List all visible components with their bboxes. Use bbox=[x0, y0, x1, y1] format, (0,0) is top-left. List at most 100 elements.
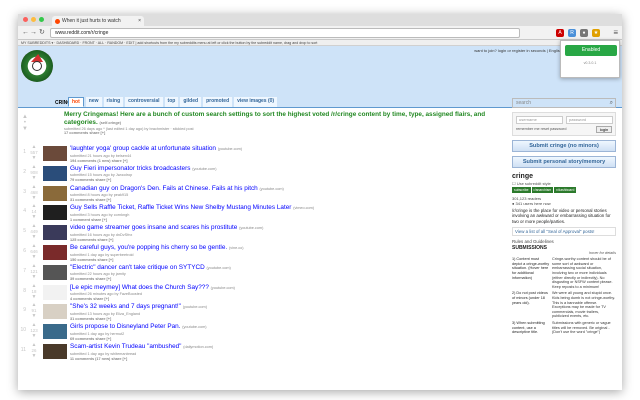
downvote-icon[interactable]: ▼ bbox=[32, 175, 37, 181]
post-thumbnail[interactable] bbox=[43, 225, 67, 241]
post-title[interactable]: "Electric" dancer can't take critique on… bbox=[70, 263, 502, 273]
downvote-icon[interactable]: ▼ bbox=[32, 234, 37, 240]
rule-label[interactable]: 3) When submitting content, use a descri… bbox=[512, 321, 550, 335]
post-domain[interactable]: (vine.co) bbox=[229, 246, 244, 250]
post-title[interactable]: video game streamer goes insane and scar… bbox=[70, 223, 502, 233]
tab-new[interactable]: new bbox=[85, 97, 102, 107]
username-field[interactable]: username bbox=[516, 116, 563, 124]
vote-arrows[interactable]: ▲ 449 ▼ bbox=[28, 224, 40, 240]
vote-arrows[interactable]: ▲ 468 ▼ bbox=[28, 184, 40, 201]
reload-icon[interactable]: ↻ bbox=[39, 28, 45, 38]
post-title[interactable]: "She's 32 weeks and 7 days pregnant!" (y… bbox=[70, 302, 502, 312]
extension-gray-icon[interactable]: ● bbox=[580, 29, 588, 37]
christmas-wreath-logo-icon[interactable] bbox=[21, 50, 53, 82]
downvote-icon[interactable]: ▼ bbox=[32, 333, 37, 339]
subreddit-style-checkbox[interactable]: ☐ Use subreddit style bbox=[512, 181, 616, 186]
downvote-icon[interactable]: ▼ bbox=[32, 274, 37, 280]
extension-icon[interactable]: R bbox=[568, 29, 576, 37]
post-domain[interactable]: (vimeo.com) bbox=[293, 206, 314, 210]
tab-rising[interactable]: rising bbox=[103, 97, 124, 107]
post-title[interactable]: Be careful guys, you're popping his cher… bbox=[70, 243, 502, 253]
vote-arrows[interactable]: ▲ 908 ▼ bbox=[28, 164, 40, 181]
vote-arrows[interactable]: ▲ 646 ▼ bbox=[28, 243, 40, 260]
post-thumbnail[interactable] bbox=[43, 304, 67, 320]
maximize-window-icon[interactable] bbox=[39, 17, 44, 22]
tab-gilded[interactable]: gilded bbox=[180, 97, 202, 107]
post-title[interactable]: 'laughter yoga' group cackle at unfortun… bbox=[70, 144, 502, 154]
sidebar-subreddit-title[interactable]: cringe bbox=[512, 173, 616, 180]
post-domain[interactable]: (dailymotion.com) bbox=[183, 345, 213, 349]
rule-label[interactable]: 2) Do not post videos of minors (under 1… bbox=[512, 291, 550, 319]
vote-arrows[interactable]: ▲ 91 ▼ bbox=[28, 303, 40, 319]
post-thumbnail[interactable] bbox=[43, 343, 67, 359]
post-title[interactable]: Canadian guy on Dragon's Den. Fails at C… bbox=[70, 184, 502, 194]
post-title[interactable]: [Le epic meymey] What does the Church Sa… bbox=[70, 283, 502, 293]
close-window-icon[interactable] bbox=[23, 17, 28, 22]
announcement-buttons[interactable]: 17 comments share [+] bbox=[64, 131, 502, 135]
post-thumbnail[interactable] bbox=[43, 284, 67, 300]
post-thumbnail[interactable] bbox=[43, 185, 67, 201]
post-buttons[interactable]: 11 comments (17 new) share [+] bbox=[70, 357, 502, 362]
downvote-icon[interactable]: ▼ bbox=[32, 155, 37, 161]
downvote-icon[interactable]: ▼ bbox=[32, 313, 37, 319]
vote-arrows[interactable]: ▲ 18 ▼ bbox=[28, 283, 40, 300]
minimize-window-icon[interactable] bbox=[31, 17, 36, 22]
seal-of-approval-link[interactable]: View a list of all "Seal of Approval" po… bbox=[512, 227, 616, 237]
vote-arrows[interactable]: ▲ 121 ▼ bbox=[28, 263, 40, 280]
downvote-icon[interactable]: ▼ bbox=[32, 214, 37, 220]
post-thumbnail[interactable] bbox=[43, 205, 67, 221]
address-bar[interactable]: www.reddit.com/r/cringe bbox=[50, 28, 520, 38]
login-button[interactable]: login bbox=[596, 126, 612, 133]
post-thumbnail[interactable] bbox=[43, 146, 67, 161]
tab-close-icon[interactable]: × bbox=[138, 16, 141, 26]
vote-arrows[interactable]: ▲ 14 ▼ bbox=[28, 204, 40, 220]
post-domain[interactable]: (youtube.com) bbox=[183, 305, 207, 309]
post-title[interactable]: Girls propose to Disneyland Peter Pan. (… bbox=[70, 322, 502, 332]
browser-tab[interactable]: When it just hurts to watch × bbox=[52, 16, 144, 26]
anarchism-button[interactable]: r/anarchism bbox=[531, 187, 554, 193]
vote-arrows[interactable]: ▲ 557 ▼ bbox=[28, 145, 40, 161]
post-thumbnail[interactable] bbox=[43, 264, 67, 280]
downvote-icon[interactable]: ▼ bbox=[32, 353, 37, 359]
tab-promoted[interactable]: promoted bbox=[203, 97, 233, 107]
post-domain[interactable]: (youtube.com) bbox=[239, 226, 263, 230]
tab-view-images[interactable]: view images (0) bbox=[234, 97, 278, 107]
post-domain[interactable]: (youtube.com) bbox=[211, 286, 235, 290]
post-thumbnail[interactable] bbox=[43, 324, 67, 340]
announcement-title[interactable]: Merry Cringemas! Here are a bunch of cus… bbox=[64, 108, 494, 127]
rule-label[interactable]: 1) Content must depict a cringe-worthy s… bbox=[512, 257, 550, 289]
tab-controversial[interactable]: controversial bbox=[125, 97, 163, 107]
post-domain[interactable]: (youtube.com) bbox=[192, 167, 216, 171]
enabled-toggle-button[interactable]: Enabled bbox=[565, 45, 617, 56]
tab-top[interactable]: top bbox=[164, 97, 179, 107]
tab-hot[interactable]: hot bbox=[68, 97, 84, 107]
user-bar[interactable]: want to join? login or register in secon… bbox=[474, 48, 562, 53]
dashboard-button[interactable]: r/dashboard bbox=[554, 187, 577, 193]
post-thumbnail[interactable] bbox=[43, 244, 67, 260]
forward-icon[interactable]: → bbox=[30, 28, 37, 38]
downvote-icon[interactable]: ▼ bbox=[32, 195, 37, 201]
post-title[interactable]: Guy Sells Raffle Ticket, Raffle Ticket W… bbox=[70, 203, 502, 213]
extension-yellow-icon[interactable]: ★ bbox=[592, 29, 600, 37]
search-input[interactable]: search ⌕ bbox=[512, 98, 616, 108]
announcement-vote-arrows[interactable]: ▲ • ▼ bbox=[22, 114, 28, 132]
vote-arrows[interactable]: ▲ 26 ▼ bbox=[28, 342, 40, 359]
submit-cringe-button[interactable]: Submit cringe (no minors) bbox=[512, 140, 616, 152]
post-title[interactable]: Scam-artist Kevin Trudeau "ambushed" (da… bbox=[70, 342, 502, 352]
post-domain[interactable]: (youtube.com) bbox=[260, 187, 284, 191]
extension-abp-icon[interactable]: A bbox=[556, 29, 564, 37]
submit-story-button[interactable]: Submit personal story/memory bbox=[512, 156, 616, 168]
post-thumbnail[interactable] bbox=[43, 165, 67, 181]
downvote-icon[interactable]: ▼ bbox=[32, 294, 37, 300]
password-field[interactable]: password bbox=[566, 116, 613, 124]
downvote-icon[interactable]: ▼ bbox=[32, 254, 37, 260]
post-title[interactable]: Guy Fieri impersonator tricks broadcaste… bbox=[70, 164, 502, 174]
post-domain[interactable]: (youtube.com) bbox=[182, 325, 206, 329]
subscribe-button[interactable]: subscribe bbox=[512, 187, 531, 193]
back-icon[interactable]: ← bbox=[22, 28, 29, 38]
post-domain[interactable]: (youtube.com) bbox=[206, 266, 230, 270]
post-domain[interactable]: (youtube.com) bbox=[218, 147, 242, 151]
remember-me-checkbox[interactable]: remember me reset password bbox=[516, 127, 566, 131]
search-icon[interactable]: ⌕ bbox=[610, 99, 613, 107]
vote-arrows[interactable]: ▲ 123 ▼ bbox=[28, 323, 40, 339]
